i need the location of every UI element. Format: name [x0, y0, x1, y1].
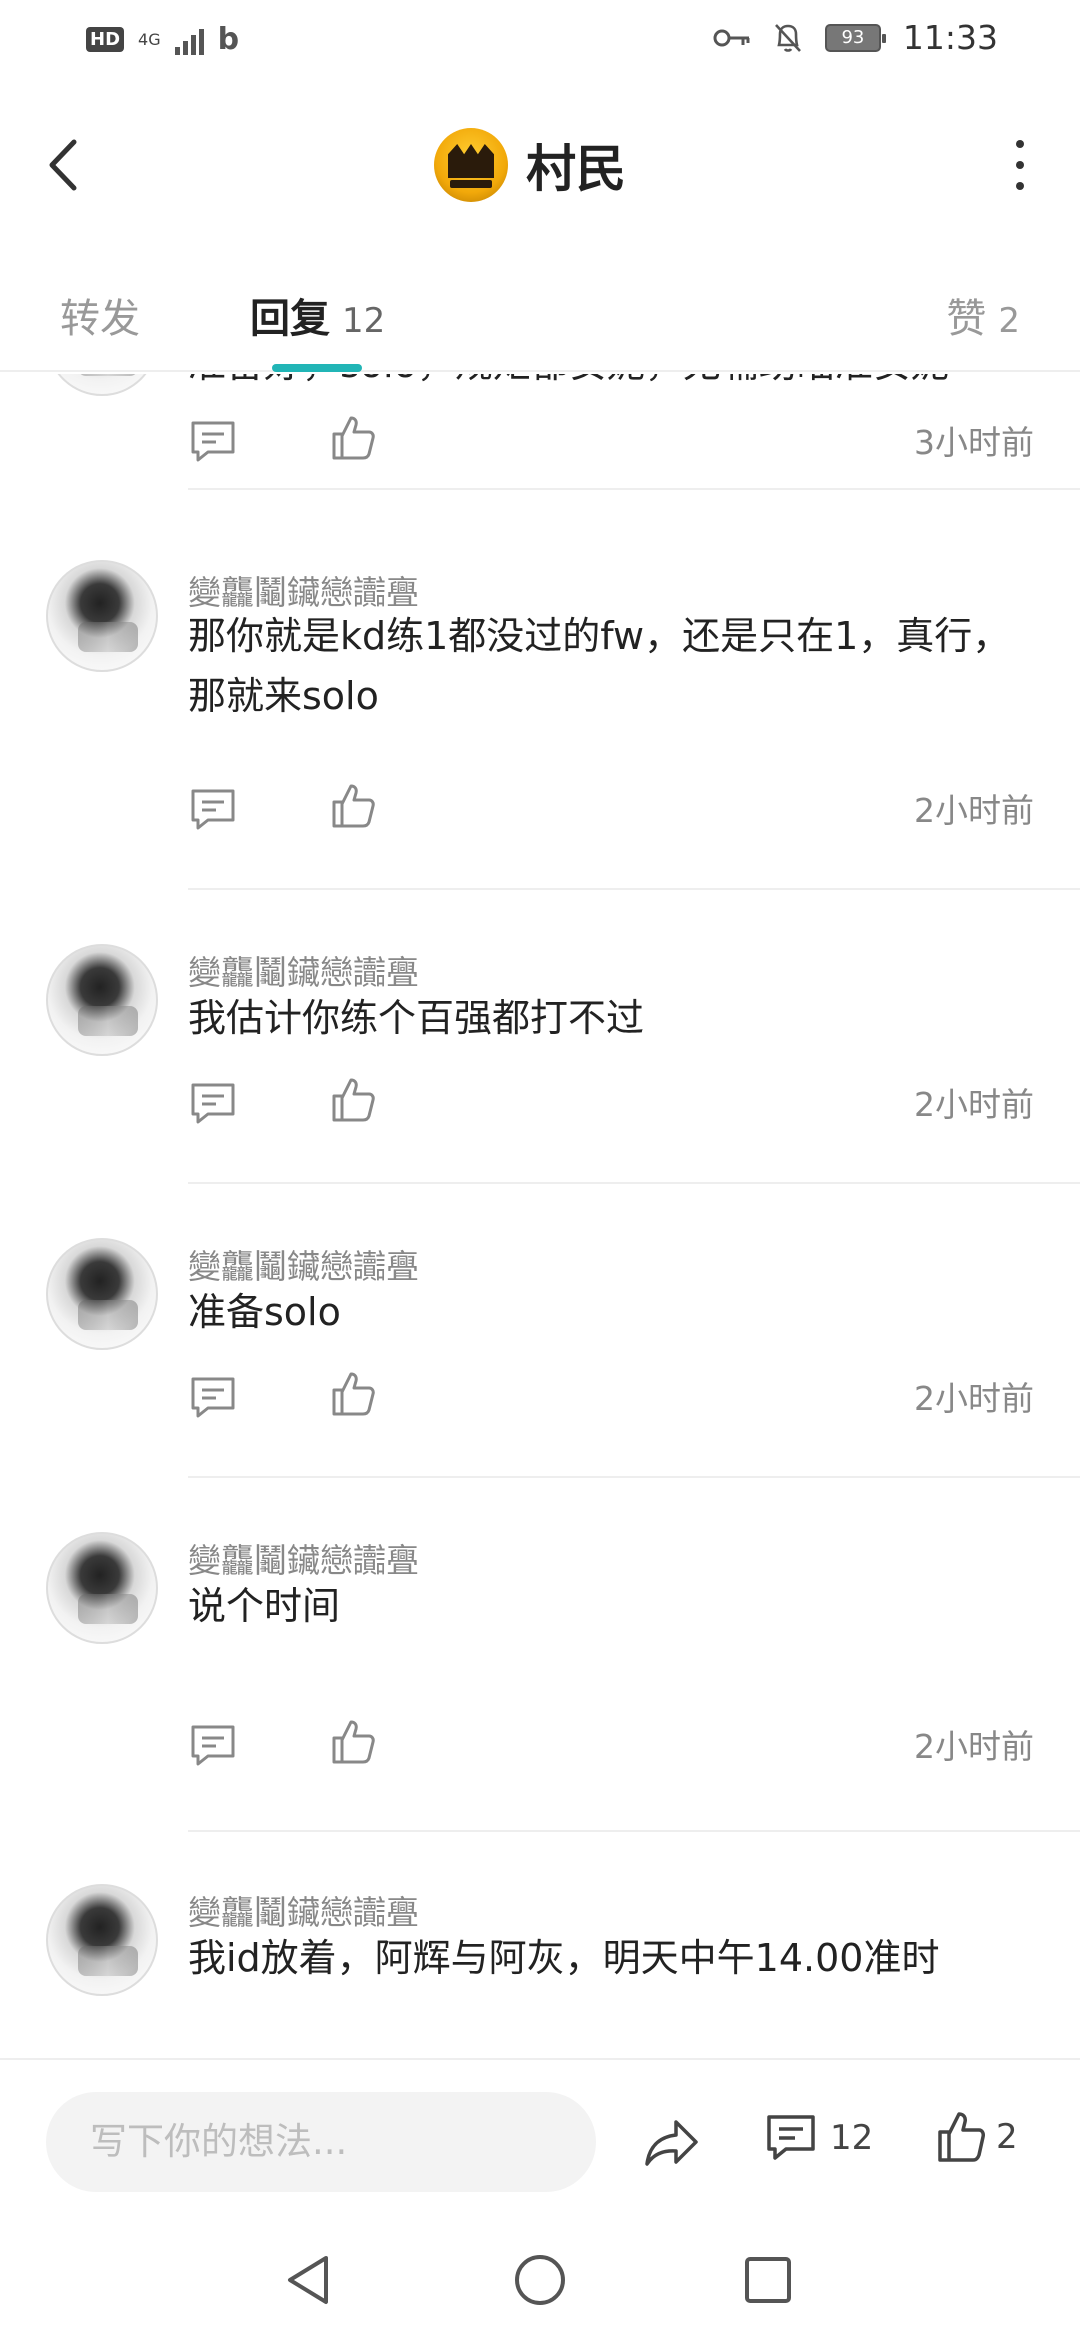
avatar[interactable]: [46, 1532, 158, 1644]
tab-active-indicator: [272, 364, 362, 372]
comment-icon[interactable]: [188, 1080, 238, 1126]
thumbs-up-icon[interactable]: [330, 414, 376, 462]
title-avatar[interactable]: [434, 128, 508, 202]
avatar[interactable]: [46, 1238, 158, 1350]
thumbs-up-icon: [938, 2112, 985, 2162]
tab-repost[interactable]: 转发: [60, 286, 140, 344]
nav-home-icon[interactable]: [510, 2250, 570, 2310]
comment-time: 2小时前: [914, 1379, 1034, 1418]
thumbs-up-icon[interactable]: [330, 1370, 376, 1418]
back-button[interactable]: [40, 130, 90, 200]
more-dot: [1016, 140, 1024, 148]
tab-reply-count: 12: [342, 301, 386, 341]
comment-actions: 2小时前: [188, 1366, 1034, 1426]
avatar[interactable]: [46, 560, 158, 672]
avatar[interactable]: [46, 374, 158, 396]
comment-actions: 2小时前: [188, 1072, 1034, 1132]
clock: 11:33: [902, 18, 998, 57]
comment-text: 那你就是kd练1都没过的fw，还是只在1，真行，那就来solo: [188, 614, 1011, 718]
tab-reply-label: 回复: [250, 296, 330, 342]
tab-like-count: 2: [998, 301, 1020, 341]
comment-text: 准备solo: [188, 1290, 341, 1334]
nav-back-icon[interactable]: [280, 2250, 340, 2310]
divider: [188, 1830, 1080, 1832]
likes-count: 2: [996, 2117, 1018, 2157]
comment-icon[interactable]: [188, 1374, 238, 1420]
comment-time: 2小时前: [914, 1727, 1034, 1766]
comment-username[interactable]: 變龘鬮鑶戀讟亹: [188, 1240, 419, 1288]
comment-username[interactable]: 變龘鬮鑶戀讟亹: [188, 1886, 419, 1934]
comment-time: 3小时前: [914, 423, 1034, 462]
comments-button[interactable]: 12: [764, 2112, 873, 2164]
key-icon: [713, 29, 750, 46]
signal-icon: [174, 25, 204, 55]
more-dot: [1016, 161, 1024, 169]
comment-icon[interactable]: [188, 786, 238, 832]
comment-username[interactable]: 變龘鬮鑶戀讟亹: [188, 1534, 419, 1582]
nav-recents-icon[interactable]: [738, 2250, 798, 2310]
comment-text: 说个时间: [188, 1584, 341, 1628]
tab-like-label: 赞: [946, 296, 987, 342]
tab-like[interactable]: 赞 2: [946, 286, 1020, 344]
thumbs-up-icon[interactable]: [330, 1718, 376, 1766]
bottom-action-bar: 写下你的想法... 12 2: [0, 2058, 1080, 2220]
thumbs-up-icon[interactable]: [330, 782, 376, 830]
comment-actions: 2小时前: [188, 778, 1034, 838]
tab-repost-label: 转发: [60, 296, 140, 342]
avatar[interactable]: [46, 944, 158, 1056]
divider: [188, 1182, 1080, 1184]
comment-username[interactable]: 變龘鬮鑶戀讟亹: [188, 946, 419, 994]
mute-bell-icon: [774, 23, 801, 52]
status-right: 93 11:33: [713, 18, 998, 57]
comment-list[interactable]: 准备好，solo，规矩都安妮，无辅助瞄准安妮 3小时前 變龘鬮鑶戀讟亹 那你就是…: [0, 374, 1080, 2058]
tab-bar: 转发 回复 12 赞 2: [0, 250, 1080, 372]
battery-indicator: 93: [824, 23, 886, 52]
comments-count: 12: [830, 2118, 874, 2158]
tab-reply[interactable]: 回复 12: [250, 286, 385, 344]
comment-icon[interactable]: [188, 418, 238, 464]
status-left: HD 4G b: [86, 22, 239, 57]
thumbs-up-icon[interactable]: [330, 1076, 376, 1124]
app-b-icon: b: [217, 22, 240, 57]
comment-text: 准备好，solo，规矩都安妮，无辅助瞄准安妮: [188, 374, 1034, 394]
divider: [188, 1476, 1080, 1478]
divider: [188, 488, 1080, 490]
hd-badge: HD: [86, 27, 125, 52]
header: 村民: [0, 80, 1080, 250]
avatar[interactable]: [46, 1884, 158, 1996]
title-group: 村民: [434, 128, 626, 202]
comment-time: 2小时前: [914, 1085, 1034, 1124]
comment-icon[interactable]: [188, 1722, 238, 1768]
network-label: 4G: [138, 29, 161, 49]
status-bar: HD 4G b 93 11:33: [0, 0, 1080, 80]
likes-button[interactable]: 2: [936, 2110, 1018, 2164]
comment-text: 我id放着，阿辉与阿灰，明天中午14.00准时: [188, 1936, 940, 1980]
system-nav-bar: [0, 2220, 1080, 2340]
comment-actions: 2小时前: [188, 1714, 1034, 1774]
page-title: 村民: [526, 140, 626, 198]
comment-icon: [767, 2115, 815, 2160]
comment-text: 我估计你练个百强都打不过: [188, 996, 645, 1040]
more-dot: [1016, 182, 1024, 190]
share-icon[interactable]: [642, 2114, 702, 2170]
comment-actions: 3小时前: [188, 410, 1034, 470]
chevron-left-icon: [49, 139, 77, 191]
divider: [188, 888, 1080, 890]
comment-time: 2小时前: [914, 791, 1034, 830]
comment-input[interactable]: 写下你的想法...: [46, 2092, 596, 2192]
more-button[interactable]: [1010, 140, 1030, 190]
